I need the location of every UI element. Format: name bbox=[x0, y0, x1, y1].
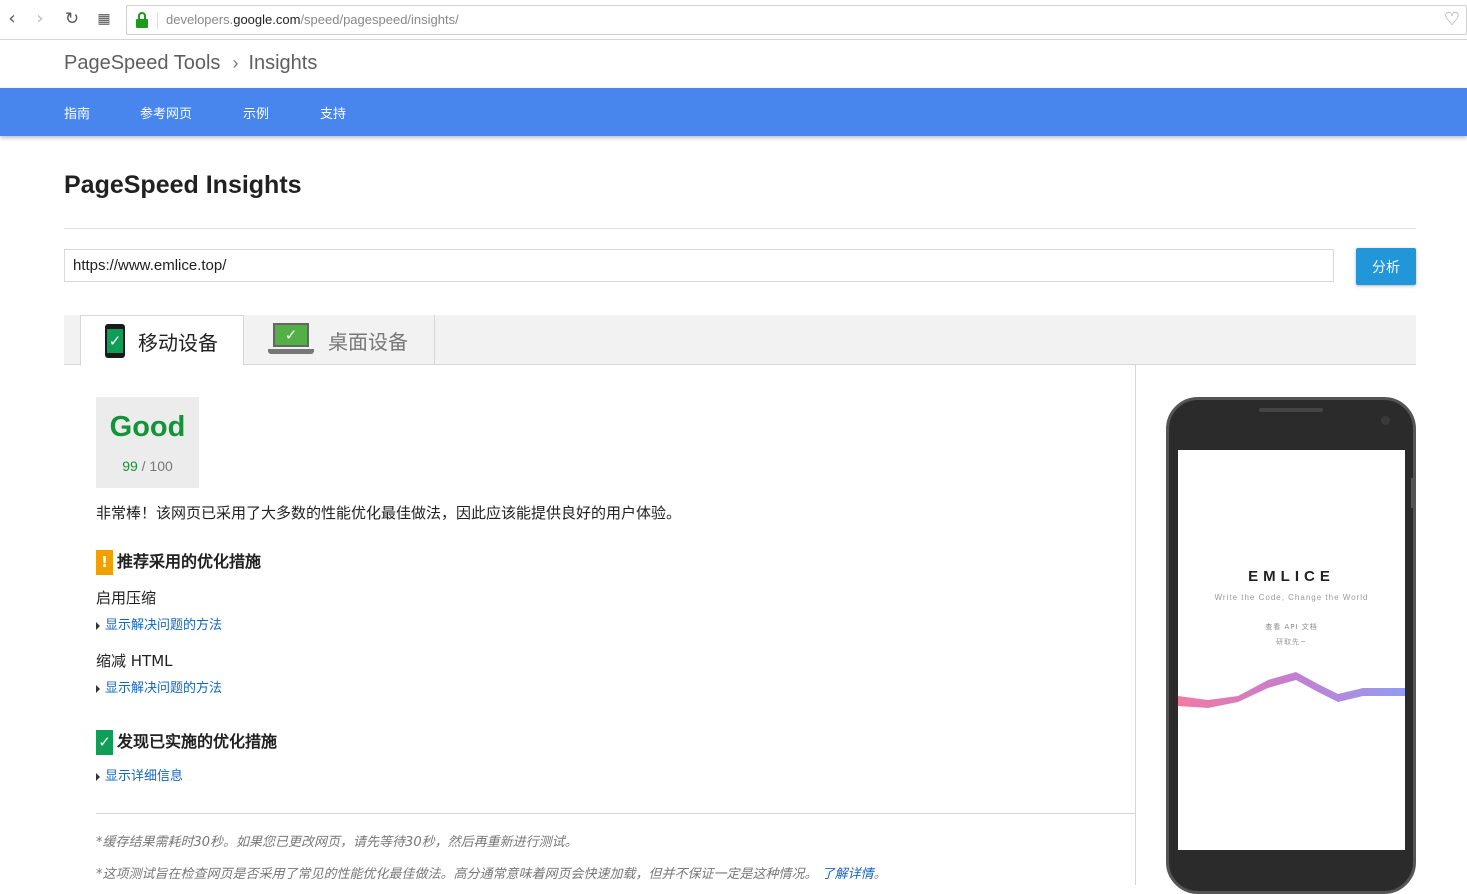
back-icon[interactable]: ‹ bbox=[2, 9, 22, 29]
browser-toolbar: ‹ › ↻ ▦ developers.google.com/speed/page… bbox=[0, 0, 1467, 40]
suggested-optimizations-title: 推荐采用的优化措施 bbox=[117, 552, 262, 571]
nav-item-support[interactable]: 支持 bbox=[320, 103, 346, 122]
score-max: / 100 bbox=[141, 458, 173, 474]
site-header: PageSpeed Tools › Insights bbox=[0, 40, 1467, 88]
show-details-link[interactable]: 显示详细信息 bbox=[96, 765, 183, 784]
results-divider bbox=[1135, 365, 1136, 885]
score-card: Good 99 / 100 bbox=[96, 397, 199, 488]
rule-minify-html-link[interactable]: 显示解决问题的方法 bbox=[96, 677, 222, 696]
breadcrumb-current[interactable]: Insights bbox=[248, 52, 317, 74]
check-icon: ✓ bbox=[96, 730, 113, 755]
rule-minify-html: 缩减 HTML bbox=[96, 652, 173, 670]
preview-tagline: Write the Code, Change the World bbox=[1214, 593, 1369, 602]
apps-grid-icon[interactable]: ▦ bbox=[94, 9, 114, 29]
disclaimer-suffix: 。 bbox=[873, 867, 887, 882]
url-path: /speed/pagespeed/insights/ bbox=[300, 12, 459, 27]
breadcrumb: PageSpeed Tools › Insights bbox=[64, 52, 317, 75]
tab-mobile-label: 移动设备 bbox=[138, 331, 218, 355]
desktop-monitor-icon: ✓ bbox=[268, 323, 314, 355]
disclaimer-footnote: *这项测试旨在检查网页是否采用了常见的性能优化最佳做法。高分通常意味着网页会快速… bbox=[96, 863, 887, 882]
rule-enable-compression-link[interactable]: 显示解决问题的方法 bbox=[96, 614, 222, 633]
disclaimer-text: *这项测试旨在检查网页是否采用了常见的性能优化最佳做法。高分通常意味着网页会快速… bbox=[96, 867, 818, 882]
phone-speaker bbox=[1259, 408, 1323, 412]
page-title: PageSpeed Insights bbox=[64, 171, 302, 199]
learn-more-link[interactable]: 了解详情 bbox=[822, 867, 874, 882]
score-number: 99 bbox=[122, 458, 138, 474]
url-domain: google.com bbox=[233, 12, 301, 27]
address-separator bbox=[157, 12, 158, 29]
reload-icon[interactable]: ↻ bbox=[62, 9, 82, 29]
address-url[interactable]: developers.google.com/speed/pagespeed/in… bbox=[166, 12, 459, 27]
phone-side-button bbox=[1411, 478, 1413, 508]
rule-link-text: 显示解决问题的方法 bbox=[105, 618, 223, 633]
preview-link-api: 查看 API 文档 bbox=[1265, 623, 1318, 631]
address-bar[interactable]: developers.google.com/speed/pagespeed/in… bbox=[126, 5, 1467, 35]
title-divider bbox=[64, 228, 1416, 229]
show-details-text: 显示详细信息 bbox=[105, 769, 184, 784]
forward-icon[interactable]: › bbox=[30, 9, 50, 29]
expand-triangle-icon bbox=[96, 684, 100, 693]
footnote-divider bbox=[96, 813, 1135, 814]
rule-link-text: 显示解决问题的方法 bbox=[105, 681, 223, 696]
passed-optimizations-title: 发现已实施的优化措施 bbox=[117, 732, 278, 751]
score-value: 99 / 100 bbox=[96, 458, 199, 474]
score-rating: Good bbox=[109, 411, 186, 443]
expand-triangle-icon bbox=[96, 621, 100, 630]
device-tabs: ✓ 移动设备 ✓ 桌面设备 bbox=[64, 315, 1416, 366]
breadcrumb-root[interactable]: PageSpeed Tools bbox=[64, 52, 220, 74]
result-summary: 非常棒！该网页已采用了大多数的性能优化最佳做法，因此应该能提供良好的用户体验。 bbox=[96, 504, 682, 522]
top-navbar: 指南 参考网页 示例 支持 bbox=[0, 88, 1467, 136]
nav-item-samples[interactable]: 示例 bbox=[243, 103, 269, 122]
nav-item-guides[interactable]: 指南 bbox=[64, 103, 90, 122]
nav-item-reference[interactable]: 参考网页 bbox=[140, 103, 192, 122]
cache-footnote: *缓存结果需耗时30秒。如果您已更改网页，请先等待30秒，然后再重新进行测试。 bbox=[96, 835, 578, 850]
analyze-button[interactable]: 分析 bbox=[1356, 248, 1416, 285]
expand-triangle-icon bbox=[96, 772, 100, 781]
warning-icon: ! bbox=[96, 550, 113, 575]
chevron-right-icon: › bbox=[232, 53, 239, 73]
suggested-optimizations-heading: ! 推荐采用的优化措施 bbox=[96, 548, 261, 575]
mobile-phone-icon: ✓ bbox=[105, 324, 125, 358]
bookmark-heart-icon[interactable]: ♡ bbox=[1444, 9, 1460, 30]
preview-site-name: EMLICE bbox=[1248, 568, 1335, 585]
url-subdomain: developers. bbox=[166, 12, 234, 27]
tab-desktop-label: 桌面设备 bbox=[328, 330, 408, 354]
preview-link-secondary: 研取先~ bbox=[1276, 638, 1307, 646]
tab-desktop[interactable]: ✓ 桌面设备 bbox=[244, 315, 435, 365]
phone-camera bbox=[1381, 416, 1390, 425]
rule-enable-compression: 启用压缩 bbox=[96, 589, 157, 607]
preview-screen: EMLICE Write the Code, Change the World … bbox=[1178, 450, 1405, 850]
lock-icon bbox=[135, 12, 149, 28]
mobile-preview: EMLICE Write the Code, Change the World … bbox=[1166, 397, 1416, 894]
passed-optimizations-heading: ✓ 发现已实施的优化措施 bbox=[96, 728, 277, 755]
url-input[interactable] bbox=[64, 249, 1334, 282]
preview-wave-graphic bbox=[1178, 672, 1405, 708]
tab-mobile[interactable]: ✓ 移动设备 bbox=[80, 315, 244, 366]
